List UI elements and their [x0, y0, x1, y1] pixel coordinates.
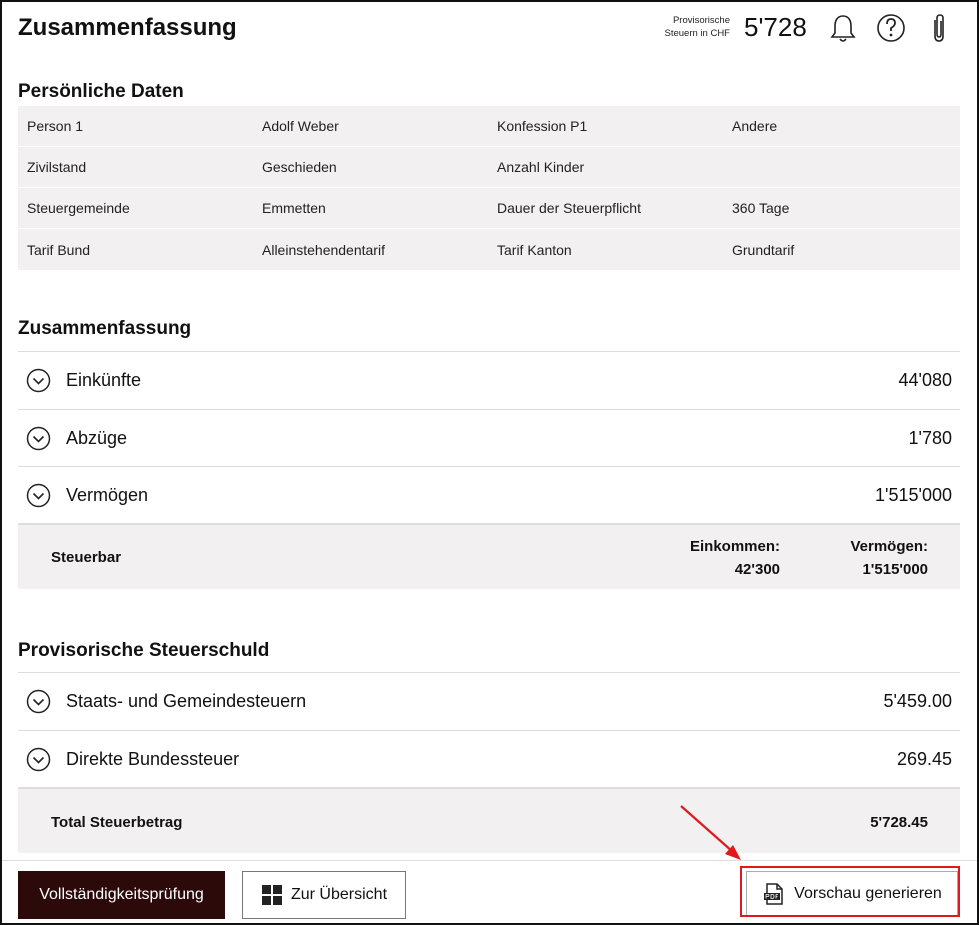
table-cell: Dauer der Steuerpflicht — [497, 200, 641, 216]
taxable-wealth: Vermögen: 1'515'000 — [850, 538, 928, 578]
table-cell: 360 Tage — [732, 200, 790, 216]
overview-button-label: Zur Übersicht — [290, 886, 388, 903]
tax-row-label: Staats- und Gemeindesteuern — [66, 690, 307, 711]
table-cell: Alleinstehendentarif — [262, 241, 385, 258]
chevron-down-icon[interactable] — [26, 483, 51, 508]
total-value: 5'728.45 — [870, 814, 928, 831]
table-cell: Geschieden — [262, 159, 337, 175]
personal-data-title: Persönliche Daten — [18, 81, 184, 102]
summary-row-value: 1'515'000 — [875, 484, 952, 505]
taxable-box: Steuerbar Einkommen: 42'300 Vermögen: 1'… — [18, 523, 960, 589]
table-row: Person 1 Adolf Weber Konfession P1 Ander… — [18, 106, 960, 147]
summary-row-label: Vermögen — [66, 484, 149, 505]
provisional-tax-label-line1: Provisorische — [672, 15, 730, 26]
summary-row-label: Abzüge — [66, 427, 128, 448]
taxable-income-label: Einkommen: — [689, 538, 780, 555]
summary-title: Zusammenfassung — [18, 318, 192, 339]
table-cell: Person 1 — [27, 118, 84, 134]
taxable-wealth-label: Vermögen: — [850, 538, 928, 555]
taxable-income-value: 42'300 — [734, 561, 780, 578]
table-cell: Anzahl Kinder — [497, 159, 585, 175]
tax-row-value: 269.45 — [896, 748, 952, 769]
total-box: Total Steuerbetrag 5'728.45 — [18, 787, 960, 853]
chevron-down-icon[interactable] — [26, 426, 51, 451]
paperclip-icon[interactable] — [924, 12, 954, 44]
table-cell: Grundtarif — [732, 241, 795, 258]
pdf-icon — [764, 883, 783, 905]
tax-row-value: 5'459.00 — [883, 690, 952, 711]
table-cell: Andere — [732, 118, 778, 134]
personal-data-table: Person 1 Adolf Weber Konfession P1 Ander… — [18, 106, 960, 270]
summary-row-deductions[interactable]: Abzüge 1'780 — [18, 409, 960, 466]
taxable-wealth-value: 1'515'000 — [862, 561, 928, 578]
app-frame: Zusammenfassung Provisorische Steuern in… — [0, 0, 979, 925]
table-cell: Steuergemeinde — [27, 200, 130, 216]
footer-bar: Vollständigkeitsprüfung Zur Übersicht Vo… — [2, 860, 977, 925]
table-row: Zivilstand Geschieden Anzahl Kinder — [18, 147, 960, 188]
provisional-tax-value: 5'728 — [744, 12, 807, 42]
summary-row-value: 44'080 — [898, 369, 953, 390]
table-cell: Zivilstand — [27, 159, 87, 175]
summary-row-income[interactable]: Einkünfte 44'080 — [18, 351, 960, 408]
tax-row-label: Direkte Bundessteuer — [66, 748, 240, 769]
summary-row-label: Einkünfte — [66, 369, 142, 390]
overview-button[interactable]: Zur Übersicht — [242, 871, 406, 919]
table-row: Steuergemeinde Emmetten Dauer der Steuer… — [18, 188, 960, 229]
summary-row-value: 1'780 — [908, 427, 952, 448]
provisional-tax-label-line2: Steuern in CHF — [664, 28, 730, 39]
summary-row-wealth[interactable]: Vermögen 1'515'000 — [18, 466, 960, 523]
page-title: Zusammenfassung — [18, 14, 237, 41]
generate-preview-label: Vorschau generieren — [794, 885, 942, 902]
completeness-check-button[interactable]: Vollständigkeitsprüfung — [18, 871, 225, 919]
tax-debt-title: Provisorische Steuerschuld — [18, 640, 270, 661]
table-row: Tarif Bund Alleinstehendentarif Tarif Ka… — [18, 229, 960, 270]
help-icon[interactable] — [876, 12, 906, 44]
bell-icon[interactable] — [828, 12, 858, 44]
table-cell: Adolf Weber — [262, 118, 339, 134]
table-cell: Konfession P1 — [497, 118, 588, 134]
generate-preview-button[interactable]: Vorschau generieren — [746, 871, 958, 917]
chevron-down-icon[interactable] — [26, 689, 51, 714]
chevron-down-icon[interactable] — [26, 368, 51, 393]
table-cell: Tarif Kanton — [497, 241, 572, 258]
annotation-arrow-icon — [680, 805, 741, 860]
grid-icon — [261, 885, 282, 905]
table-cell: Tarif Bund — [27, 241, 91, 258]
total-label: Total Steuerbetrag — [51, 814, 183, 831]
table-cell: Emmetten — [262, 200, 326, 216]
header: Zusammenfassung Provisorische Steuern in… — [2, 2, 977, 58]
tax-row-federal[interactable]: Direkte Bundessteuer 269.45 — [18, 730, 960, 787]
taxable-label: Steuerbar — [51, 549, 122, 566]
chevron-down-icon[interactable] — [26, 747, 51, 772]
tax-row-state[interactable]: Staats- und Gemeindesteuern 5'459.00 — [18, 672, 960, 729]
taxable-income: Einkommen: 42'300 — [690, 538, 780, 578]
provisional-tax-label: Provisorische Steuern in CHF — [642, 14, 730, 40]
